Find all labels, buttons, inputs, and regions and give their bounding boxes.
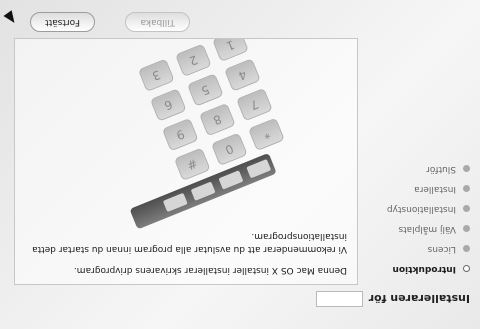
keypad-key: 2 bbox=[174, 43, 212, 78]
title-bar: Installeraren för bbox=[315, 291, 470, 307]
continue-button[interactable]: Fortsätt bbox=[30, 12, 95, 32]
keypad-key: 7 bbox=[236, 87, 273, 122]
step-label: Introduktion bbox=[392, 264, 457, 274]
step-bullet-icon bbox=[463, 165, 470, 173]
installer-window: Installeraren för Introduktion Licens Vä… bbox=[0, 0, 480, 329]
step-bullet-icon bbox=[463, 205, 470, 213]
step-list: Introduktion Licens Välj målplats Instal… bbox=[360, 159, 470, 279]
keypad-key: * bbox=[248, 117, 285, 152]
intro-paragraph: Denna Mac OS X installer installerar skr… bbox=[73, 265, 347, 275]
keypad-key: # bbox=[173, 147, 211, 182]
step-installation-type: Installationstyp bbox=[360, 199, 470, 219]
step-label: Välj målplats bbox=[398, 224, 456, 234]
keypad-key: 9 bbox=[161, 117, 199, 152]
keypad-key: 5 bbox=[186, 73, 224, 107]
printer-keypad-illustration: * 0 # 7 8 9 4 5 6 1 2 3 bbox=[19, 38, 285, 230]
keypad-key: 1 bbox=[212, 38, 249, 63]
step-label: Installationstyp bbox=[386, 204, 456, 214]
step-bullet-icon bbox=[463, 265, 470, 273]
back-button[interactable]: Tillbaka bbox=[125, 12, 190, 32]
step-license: Licens bbox=[360, 239, 470, 259]
keypad-key: 6 bbox=[149, 88, 187, 122]
step-label: Licens bbox=[427, 244, 456, 254]
keypad-key: 8 bbox=[198, 102, 236, 137]
step-label: Slutför bbox=[426, 164, 456, 174]
keypad-key: 3 bbox=[137, 58, 175, 93]
mouse-pointer-icon bbox=[3, 10, 19, 26]
keypad-key: 0 bbox=[210, 132, 248, 167]
step-introduction: Introduktion bbox=[360, 259, 470, 279]
intro-text: Denna Mac OS X installer installerar skr… bbox=[27, 221, 347, 276]
keypad-key: 4 bbox=[224, 58, 261, 92]
step-install: Installera bbox=[360, 179, 470, 199]
content-pane: * 0 # 7 8 9 4 5 6 1 2 3 Denna Mac OS X i… bbox=[14, 38, 358, 285]
step-bullet-icon bbox=[463, 245, 470, 253]
step-label: Installera bbox=[414, 184, 456, 194]
step-destination: Välj målplats bbox=[360, 219, 470, 239]
window-title: Installeraren för bbox=[368, 292, 470, 306]
step-bullet-icon bbox=[463, 225, 470, 233]
step-bullet-icon bbox=[463, 185, 470, 193]
intro-paragraph: Vi rekommenderar att du avslutar alla pr… bbox=[32, 231, 347, 254]
product-name-field bbox=[315, 291, 363, 307]
step-summary: Slutför bbox=[360, 159, 470, 179]
